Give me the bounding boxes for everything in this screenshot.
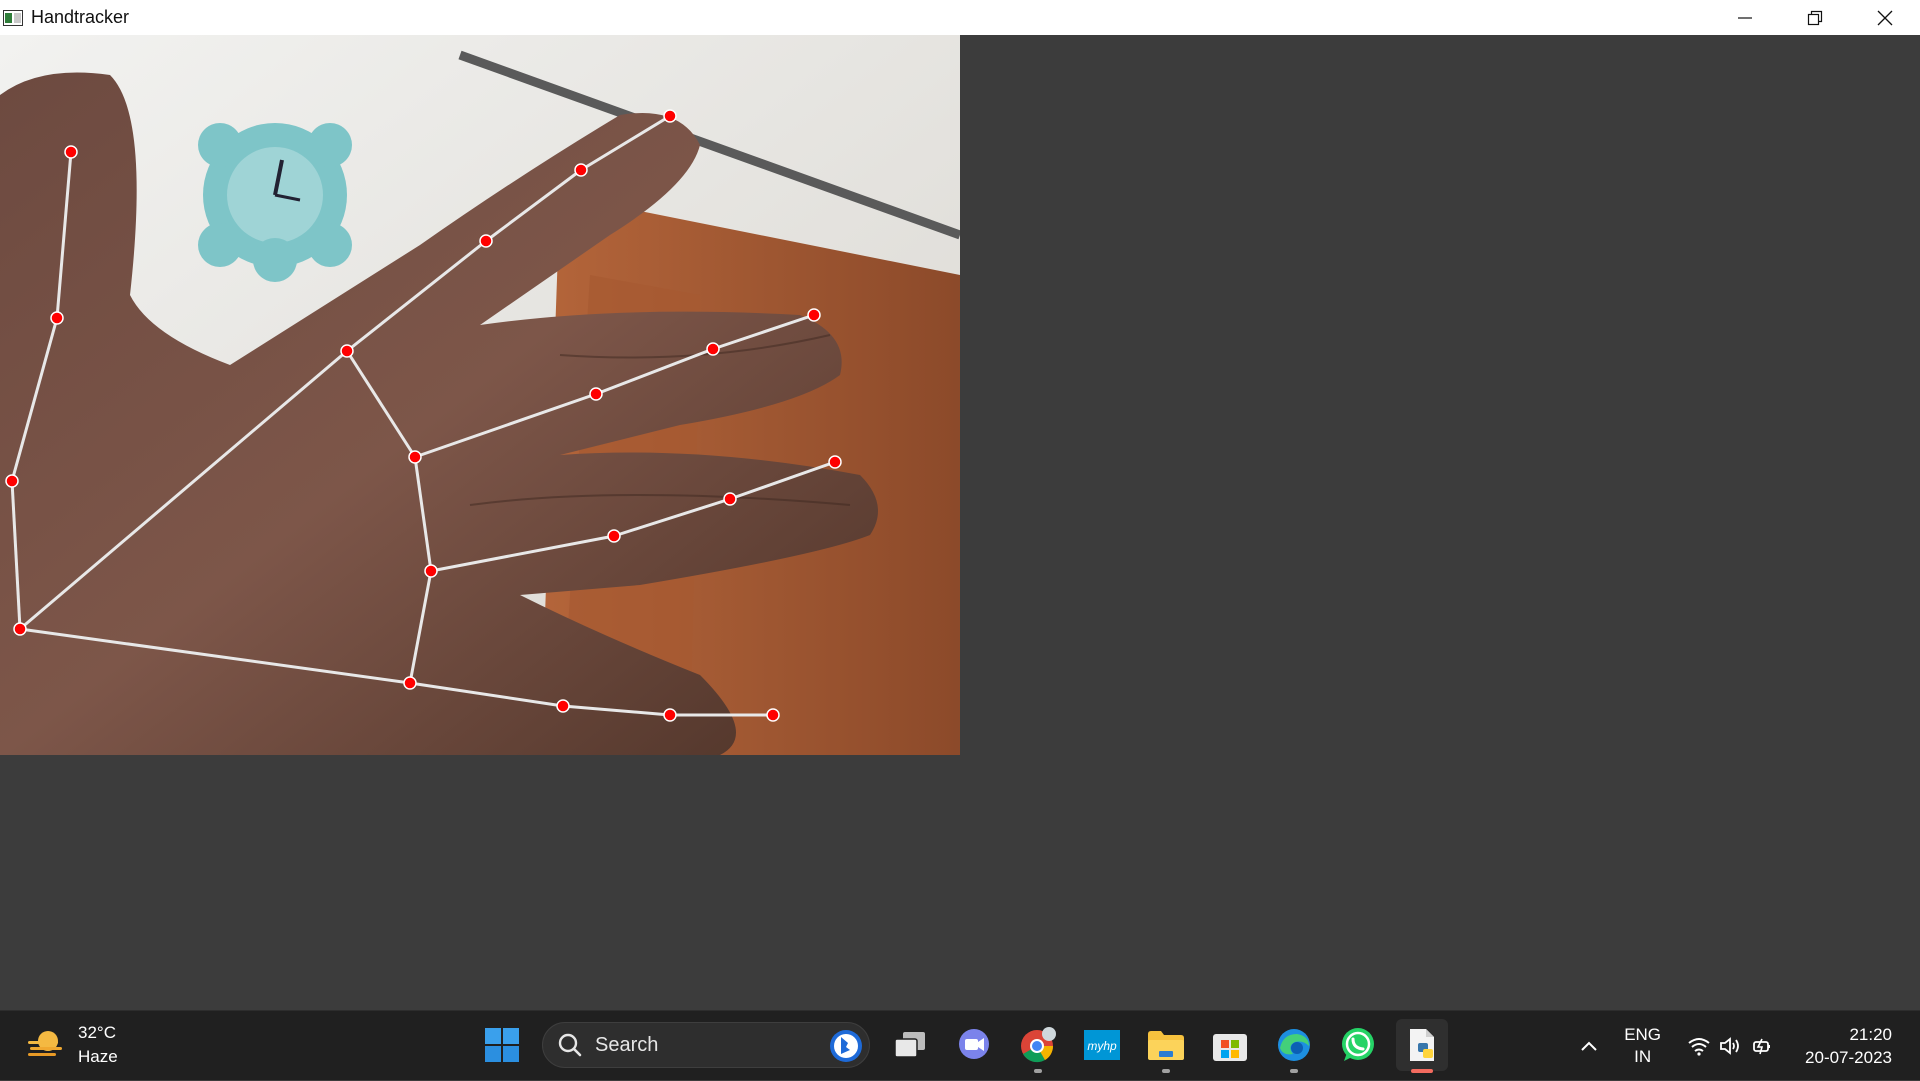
close-button[interactable] (1850, 0, 1920, 35)
taskbar: 32°C Haze Search myhp ENG IN 21:20 20-07… (0, 1010, 1920, 1080)
weather-widget[interactable]: 32°C Haze (26, 1021, 118, 1069)
svg-text:myhp: myhp (1087, 1039, 1117, 1053)
hand-landmark-point (64, 145, 78, 159)
hand-landmark-point (574, 163, 588, 177)
active-app-indicator (1411, 1069, 1433, 1073)
myhp-icon: myhp (1084, 1030, 1120, 1060)
taskbar-search[interactable]: Search (542, 1022, 870, 1068)
clock-date: 20-07-2023 (1805, 1048, 1892, 1067)
hand-landmark-point (556, 699, 570, 713)
teams-chat-icon (959, 1029, 989, 1059)
hand-landmark-point (706, 342, 720, 356)
battery-charging-icon (1747, 1036, 1779, 1056)
system-tray: ENG IN 21:20 20-07-2023 (1574, 1011, 1920, 1081)
weather-haze-icon (28, 1031, 62, 1056)
start-button[interactable] (476, 1019, 528, 1071)
language-code: ENG (1624, 1025, 1662, 1044)
whatsapp-icon (1342, 1028, 1374, 1061)
hand-landmark-point (408, 450, 422, 464)
restore-icon (1807, 10, 1823, 25)
hand-landmark-point (828, 455, 842, 469)
hand-landmark-point (663, 708, 677, 722)
window-title: Handtracker (31, 7, 130, 27)
hand-landmark-point (50, 311, 64, 325)
search-icon (558, 1033, 582, 1057)
myhp-button[interactable]: myhp (1076, 1019, 1128, 1071)
edge-running-indicator (1290, 1069, 1298, 1073)
whatsapp-button[interactable] (1332, 1019, 1384, 1071)
window-content (0, 35, 1920, 1010)
chevron-up-icon (1581, 1041, 1597, 1051)
store-icon (1213, 1034, 1247, 1061)
file-explorer-button[interactable] (1140, 1019, 1192, 1073)
volume-icon (1715, 1036, 1747, 1056)
hand-landmark-point (807, 308, 821, 322)
minimize-icon (1738, 16, 1752, 19)
task-view-icon (894, 1032, 925, 1058)
python-app-button[interactable] (1396, 1019, 1448, 1073)
quick-settings[interactable] (1683, 1036, 1779, 1056)
chrome-button[interactable] (1012, 1019, 1064, 1073)
input-language-indicator[interactable]: ENG IN (1624, 1024, 1661, 1068)
hand-landmark-point (479, 234, 493, 248)
hand-landmark-point (424, 564, 438, 578)
clock[interactable]: 21:20 20-07-2023 (1805, 1023, 1892, 1069)
microsoft-store-button[interactable] (1204, 1019, 1256, 1071)
bing-icon (830, 1030, 862, 1062)
edge-button[interactable] (1268, 1019, 1320, 1073)
edge-icon (1278, 1029, 1310, 1061)
window-titlebar: Handtracker (0, 0, 1920, 35)
wall-clock (198, 123, 352, 282)
show-hidden-icons-button[interactable] (1574, 1040, 1604, 1052)
restore-button[interactable] (1780, 0, 1850, 35)
camera-frame (0, 35, 960, 755)
minimize-button[interactable] (1710, 0, 1780, 35)
close-icon (1877, 10, 1893, 25)
hand-landmark-point (607, 529, 621, 543)
task-view-button[interactable] (884, 1019, 936, 1071)
hand-landmark-point (723, 492, 737, 506)
weather-temperature: 32°C (78, 1023, 116, 1042)
weather-condition: Haze (78, 1047, 118, 1066)
hand-landmark-point (403, 676, 417, 690)
search-label: Search (595, 1033, 659, 1056)
hand-landmark-point (340, 344, 354, 358)
chrome-icon (1021, 1027, 1056, 1063)
windows-logo-icon (485, 1028, 519, 1062)
python-document-icon (1410, 1029, 1434, 1061)
clock-time: 21:20 (1849, 1025, 1892, 1044)
region-code: IN (1634, 1047, 1652, 1066)
folder-icon (1148, 1031, 1184, 1060)
explorer-running-indicator (1162, 1069, 1170, 1073)
app-icon (3, 9, 23, 26)
hand-landmark-point (589, 387, 603, 401)
hand-landmark-point (13, 622, 27, 636)
chrome-running-indicator (1034, 1069, 1042, 1073)
hand-landmark-point (663, 109, 677, 123)
wifi-icon (1683, 1036, 1715, 1056)
hand-landmark-point (5, 474, 19, 488)
teams-chat-button[interactable] (948, 1019, 1000, 1071)
hand-landmark-point (766, 708, 780, 722)
